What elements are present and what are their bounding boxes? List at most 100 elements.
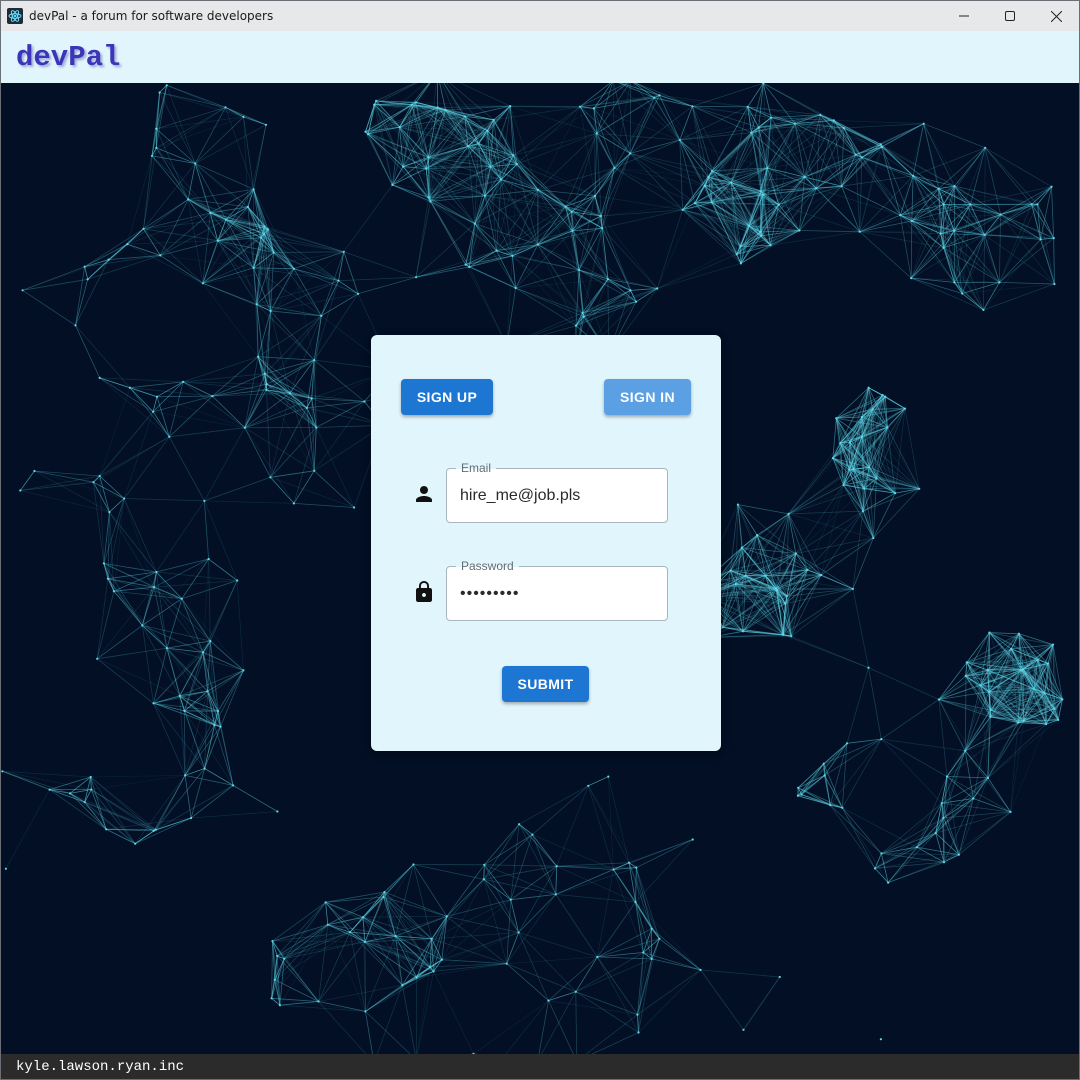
submit-button[interactable]: SUBMIT — [502, 666, 589, 702]
network-line — [49, 789, 107, 830]
network-line — [84, 266, 89, 280]
network-node — [986, 776, 990, 780]
network-node — [894, 492, 897, 495]
network-line — [556, 785, 589, 867]
network-node — [703, 184, 707, 187]
network-line — [270, 268, 295, 312]
network-node — [570, 210, 573, 213]
network-node — [108, 511, 111, 514]
network-line — [596, 83, 613, 134]
network-node — [89, 775, 92, 779]
network-node — [489, 165, 492, 168]
email-input[interactable] — [460, 469, 660, 522]
network-node — [875, 477, 878, 480]
network-node — [464, 263, 467, 266]
password-field[interactable]: Password — [446, 559, 668, 621]
network-node — [903, 407, 907, 410]
network-node — [184, 774, 187, 777]
network-line — [829, 738, 882, 806]
network-node — [577, 268, 581, 272]
network-node — [760, 234, 763, 237]
network-node — [653, 96, 656, 99]
network-node — [852, 468, 855, 471]
network-line — [156, 395, 213, 398]
network-line — [512, 255, 584, 318]
network-node — [473, 222, 476, 225]
network-line — [788, 466, 870, 515]
network-node — [879, 1038, 883, 1041]
network-node — [263, 372, 266, 375]
network-line — [19, 470, 35, 491]
network-node — [887, 881, 890, 884]
sign-in-button[interactable]: SIGN IN — [604, 379, 691, 415]
network-line — [34, 470, 125, 499]
network-node — [211, 395, 214, 398]
network-node — [429, 965, 432, 969]
network-node — [415, 276, 418, 279]
network-line — [518, 823, 533, 835]
network-node — [860, 415, 864, 418]
network-node — [742, 1028, 745, 1031]
network-node — [721, 626, 724, 629]
network-node — [1050, 185, 1053, 188]
network-node — [693, 202, 697, 205]
network-line — [761, 187, 817, 237]
close-icon — [1050, 10, 1062, 22]
network-line — [156, 500, 205, 573]
network-line — [868, 667, 940, 700]
network-line — [401, 985, 416, 1054]
network-line — [283, 958, 319, 1002]
network-line — [635, 83, 693, 107]
network-node — [178, 694, 181, 698]
network-line — [473, 1000, 549, 1054]
network-line — [518, 932, 549, 1001]
network-node — [232, 784, 235, 787]
network-node — [998, 281, 1001, 284]
network-node — [159, 254, 162, 257]
close-button[interactable] — [1033, 1, 1079, 31]
network-node — [86, 278, 89, 281]
network-line — [575, 991, 638, 1015]
network-line — [153, 648, 168, 704]
network-line — [190, 785, 234, 819]
network-line — [69, 789, 92, 794]
network-line — [439, 83, 446, 111]
network-line — [829, 804, 876, 869]
minimize-button[interactable] — [941, 1, 987, 31]
network-node — [155, 146, 158, 149]
network-node — [823, 774, 826, 777]
network-line — [187, 163, 196, 200]
network-node — [107, 258, 110, 261]
network-node — [848, 468, 851, 471]
network-node — [596, 955, 599, 959]
network-node — [313, 469, 316, 472]
network-line — [575, 956, 598, 992]
network-node — [305, 406, 308, 409]
network-node — [102, 562, 105, 565]
network-line — [99, 377, 184, 383]
brand-logo[interactable]: devPal — [16, 41, 120, 74]
network-line — [596, 869, 614, 958]
network-line — [217, 670, 244, 712]
network-node — [383, 890, 386, 894]
network-node — [848, 441, 852, 444]
network-line — [289, 392, 365, 402]
network-node — [373, 103, 376, 106]
network-line — [433, 971, 474, 1054]
password-input[interactable] — [460, 567, 660, 620]
network-line — [807, 537, 874, 571]
network-node — [1030, 203, 1033, 206]
network-line — [155, 768, 205, 830]
network-node — [105, 828, 108, 831]
network-node — [216, 710, 220, 713]
sign-up-button[interactable]: SIGN UP — [401, 379, 493, 415]
network-node — [153, 586, 156, 589]
email-field[interactable]: Email — [446, 461, 668, 523]
network-node — [445, 915, 448, 918]
network-node — [483, 194, 486, 197]
network-node — [957, 853, 961, 856]
network-node — [999, 213, 1002, 216]
maximize-button[interactable] — [987, 1, 1033, 31]
network-node — [740, 546, 744, 549]
network-line — [469, 250, 497, 268]
